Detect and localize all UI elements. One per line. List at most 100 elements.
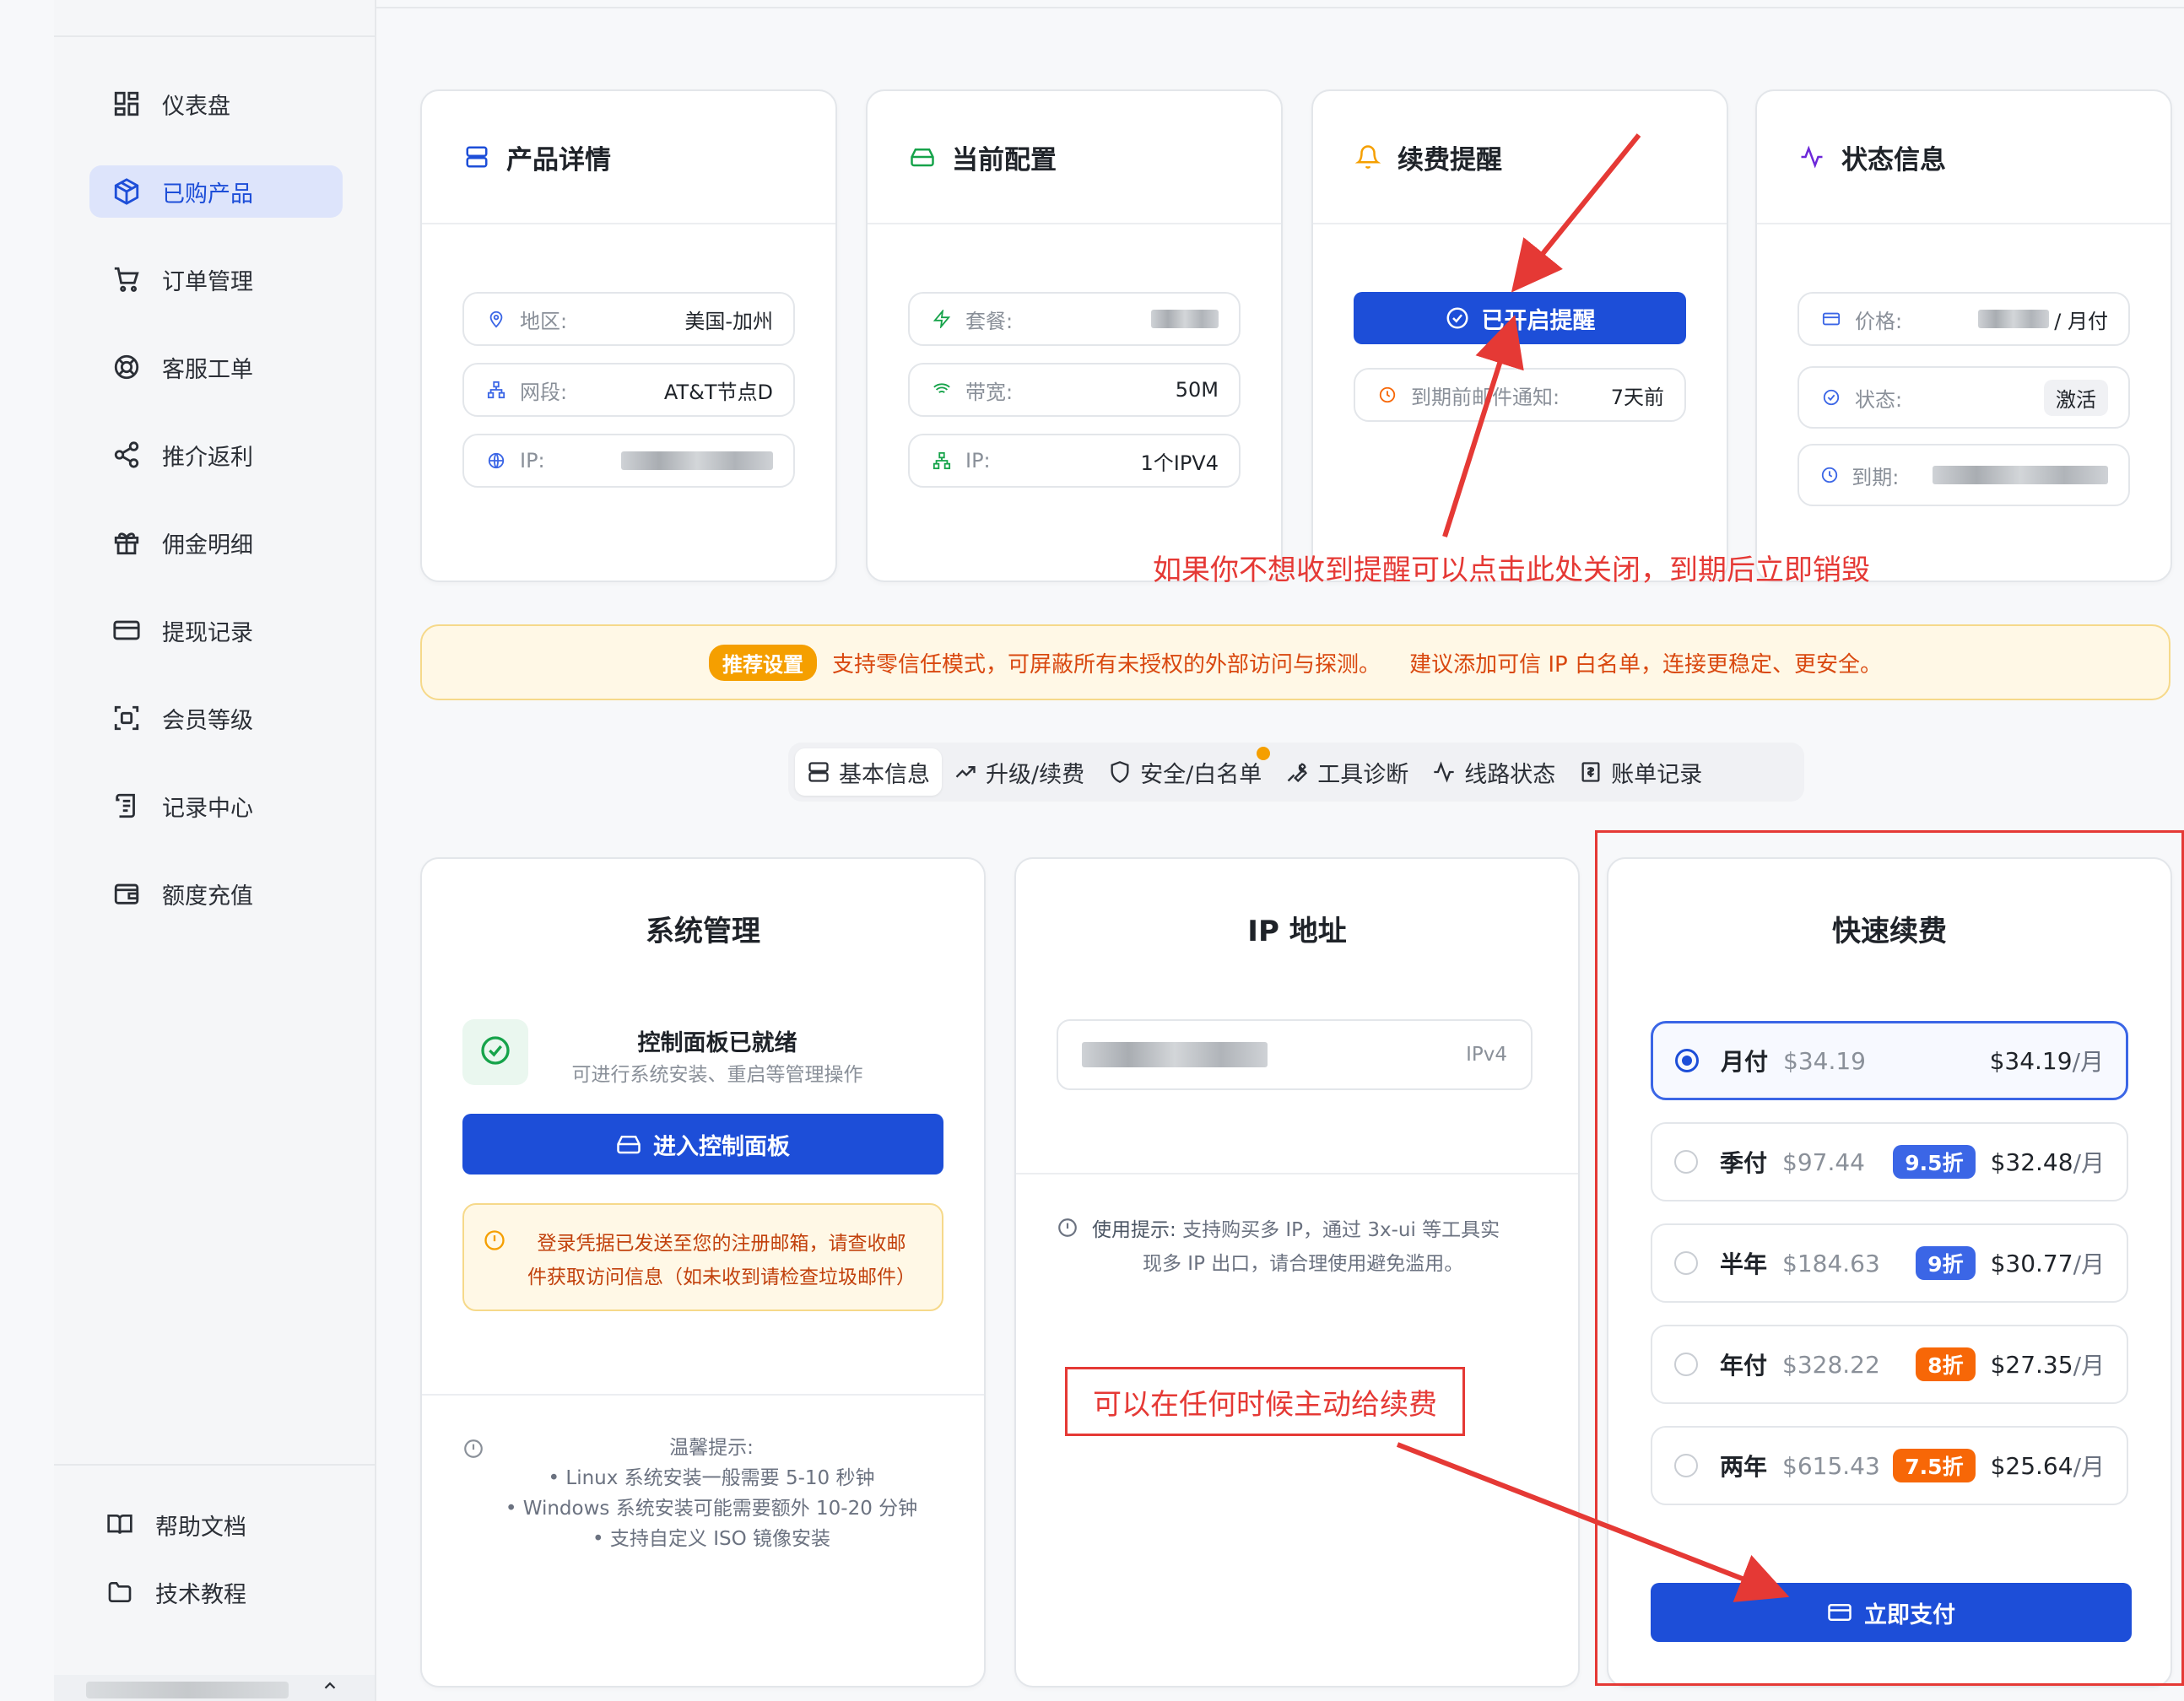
ip-label: IP:	[520, 449, 545, 472]
bandwidth-label: 带宽:	[965, 380, 1014, 404]
bell-icon	[1354, 143, 1382, 171]
tab-upgrade-renew[interactable]: 升级/续费	[942, 748, 1096, 796]
renewal-reminder-card: 续费提醒 已开启提醒 到期前邮件通知: 7天前	[1311, 89, 1728, 582]
card-header: 状态信息	[1757, 91, 2170, 224]
tab-label: 升级/续费	[986, 761, 1085, 788]
network-icon	[930, 449, 954, 472]
wallet-icon	[110, 877, 143, 910]
tab-basic-info[interactable]: 基本信息	[795, 748, 942, 796]
detail-tabs: 基本信息 升级/续费 安全/白名单 工具诊断 线路状态 账单记录	[788, 742, 1804, 802]
tip-item: • 支持自定义 ISO 镜像安装	[592, 1528, 830, 1550]
sidebar-item-referral[interactable]: 推介返利	[89, 429, 343, 481]
sidebar-item-purchased-products[interactable]: 已购产品	[89, 165, 343, 218]
scroll-icon	[110, 789, 143, 823]
card-title: 产品详情	[506, 144, 611, 176]
tab-label: 线路状态	[1464, 761, 1556, 788]
sidebar-item-commission[interactable]: 佣金明细	[89, 516, 343, 569]
tab-label: 基本信息	[839, 761, 930, 788]
alert-circle-icon	[483, 1228, 506, 1256]
cart-icon	[110, 262, 143, 296]
divider	[422, 1394, 984, 1396]
user-profile-bar[interactable]	[54, 1675, 375, 1701]
map-pin-icon	[484, 307, 508, 331]
plan-row: 套餐:	[908, 292, 1241, 346]
warning-line-2: 件获取访问信息（如未收到请检查垃圾邮件）	[527, 1266, 916, 1288]
card-title: 当前配置	[952, 144, 1057, 176]
sidebar-item-dashboard[interactable]: 仪表盘	[89, 78, 343, 130]
sidebar-item-label: 推介返利	[162, 444, 253, 471]
product-details-card: 产品详情 地区: 美国-加州 网段: AT&T节点D IP:	[420, 89, 837, 582]
tab-tools[interactable]: 工具诊断	[1273, 748, 1420, 796]
ip-address-card: IP 地址 IPv4 使用提示: 支持购买多 IP，通过 3x-ui 等工具实 …	[1014, 857, 1580, 1688]
server-icon	[462, 143, 491, 171]
recommend-text-1: 支持零信任模式，可屏蔽所有未授权的外部访问与探测。	[832, 651, 1381, 678]
sidebar-item-withdrawals[interactable]: 提现记录	[89, 604, 343, 656]
globe-icon	[484, 449, 508, 472]
status-row: 状态: 激活	[1797, 366, 2130, 429]
sidebar-item-tickets[interactable]: 客服工单	[89, 341, 343, 393]
sidebar-item-label: 佣金明细	[162, 532, 253, 559]
activity-icon	[1432, 760, 1456, 784]
status-badge: 激活	[2044, 379, 2108, 416]
chevron-up-icon[interactable]	[321, 1677, 339, 1698]
system-management-card: 系统管理 控制面板已就绪 可进行系统安装、重启等管理操作 进入控制面板 登录凭据…	[420, 857, 986, 1688]
sidebar-item-label: 记录中心	[162, 795, 253, 822]
hint-line-2: 现多 IP 出口，请合理使用避免滥用。	[1143, 1253, 1464, 1275]
plan-label: 套餐:	[965, 309, 1014, 333]
server-icon	[807, 760, 830, 784]
price-label: 价格:	[1855, 309, 1903, 333]
sidebar: 仪表盘 已购产品 订单管理 客服工单 推介返利 佣金明细 提现记录 会员等级 记…	[54, 0, 376, 1701]
share-icon	[110, 438, 143, 472]
book-icon	[103, 1508, 137, 1542]
wrench-icon	[1285, 760, 1309, 784]
expire-label: 到期:	[1852, 465, 1900, 489]
bandwidth-row: 带宽: 50M	[908, 363, 1241, 417]
scan-icon	[110, 701, 143, 735]
region-value: 美国-加州	[684, 309, 773, 333]
sidebar-item-help-docs[interactable]: 帮助文档	[83, 1498, 336, 1551]
price-row: 价格: / 月付	[1797, 292, 2130, 346]
recommend-tag: 推荐设置	[709, 644, 818, 681]
tab-label: 安全/白名单	[1140, 761, 1262, 788]
card-title: 状态信息	[1841, 144, 1946, 176]
sidebar-item-membership[interactable]: 会员等级	[89, 692, 343, 744]
tab-security-whitelist[interactable]: 安全/白名单	[1096, 747, 1273, 796]
sidebar-item-label: 客服工单	[162, 356, 253, 383]
tip-item: • Windows 系统安装可能需要额外 10-20 分钟	[505, 1498, 918, 1520]
enter-control-panel-button[interactable]: 进入控制面板	[462, 1114, 943, 1174]
usage-hint: 使用提示: 支持购买多 IP，通过 3x-ui 等工具实 现多 IP 出口，请合…	[1092, 1213, 1548, 1281]
wifi-icon	[930, 378, 954, 402]
sidebar-item-records[interactable]: 记录中心	[89, 780, 343, 832]
sidebar-item-tutorials[interactable]: 技术教程	[83, 1566, 336, 1618]
reminder-toggle-button[interactable]: 已开启提醒	[1354, 292, 1686, 344]
divider	[1016, 1173, 1578, 1174]
sidebar-item-recharge[interactable]: 额度充值	[89, 867, 343, 920]
redacted-price	[1978, 310, 2050, 328]
sidebar-item-orders[interactable]: 订单管理	[89, 253, 343, 305]
check-circle-icon	[478, 1034, 512, 1071]
network-icon	[484, 378, 508, 402]
check-circle-icon	[1819, 386, 1843, 409]
clock-icon	[1376, 383, 1399, 407]
divider	[54, 35, 375, 37]
email-notice-value: 7天前	[1610, 385, 1664, 409]
current-config-card: 当前配置 套餐: 带宽: 50M IP: 1个IPV4	[866, 89, 1283, 582]
email-notice-row: 到期前邮件通知: 7天前	[1354, 368, 1686, 422]
annotation-renew-note-box: 可以在任何时候主动给续费	[1065, 1367, 1465, 1436]
tab-billing[interactable]: 账单记录	[1567, 748, 1714, 796]
sidebar-item-label: 额度充值	[162, 883, 253, 910]
region-row: 地区: 美国-加州	[462, 292, 795, 346]
tab-line-status[interactable]: 线路状态	[1420, 748, 1567, 796]
redacted-username	[86, 1682, 289, 1698]
annotation-reminder-note: 如果你不想收到提醒可以点击此处关闭，到期后立即销毁	[1153, 554, 1870, 587]
receipt-icon	[1579, 760, 1603, 784]
tip-item: • Linux 系统安装一般需要 5-10 秒钟	[548, 1467, 875, 1489]
sidebar-item-label: 技术教程	[155, 1581, 246, 1608]
zap-icon	[930, 307, 954, 331]
redacted-ip-address	[1082, 1042, 1268, 1067]
status-info-card: 状态信息 价格: / 月付 状态: 激活 到期:	[1755, 89, 2172, 582]
annotation-renew-note: 可以在任何时候主动给续费	[1093, 1387, 1437, 1422]
ip-address-field[interactable]: IPv4	[1057, 1019, 1533, 1090]
tab-label: 账单记录	[1611, 761, 1703, 788]
expire-row: 到期:	[1797, 444, 2130, 506]
